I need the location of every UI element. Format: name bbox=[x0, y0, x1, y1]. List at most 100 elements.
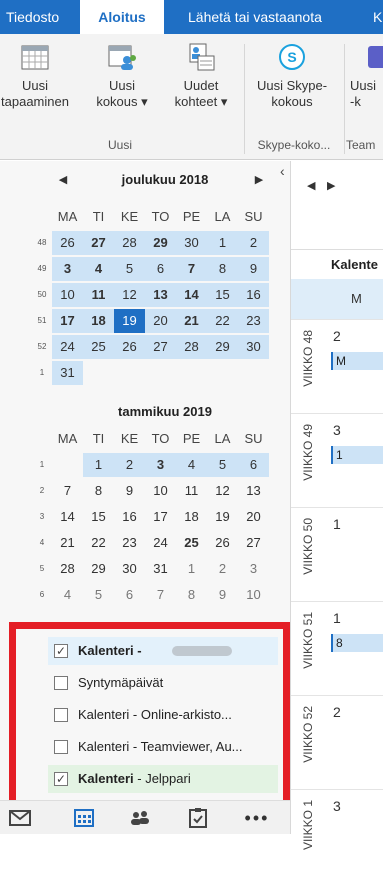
day-cell[interactable]: 10 bbox=[52, 283, 83, 307]
day-cell[interactable]: 30 bbox=[238, 335, 269, 359]
day-cell[interactable]: 5 bbox=[83, 583, 114, 607]
event-item[interactable]: 1 bbox=[331, 446, 383, 464]
day-cell[interactable]: 1 bbox=[207, 231, 238, 255]
day-cell[interactable]: 29 bbox=[145, 231, 176, 255]
day-cell[interactable]: 23 bbox=[238, 309, 269, 333]
next-period-button[interactable]: ▶ bbox=[327, 179, 335, 192]
mail-icon[interactable] bbox=[6, 805, 34, 831]
day-cell[interactable]: 1 bbox=[176, 557, 207, 581]
new-meeting-button[interactable]: Uusi kokous ▾ bbox=[88, 42, 156, 110]
day-cell[interactable]: 25 bbox=[176, 531, 207, 555]
checkbox-checked[interactable]: ✓ bbox=[54, 644, 68, 658]
day-cell[interactable]: 2 bbox=[238, 231, 269, 255]
event-item[interactable]: 8 bbox=[331, 634, 383, 652]
day-cell[interactable]: 7 bbox=[52, 479, 83, 503]
day-cell[interactable]: 13 bbox=[145, 283, 176, 307]
day-cell[interactable]: 8 bbox=[207, 257, 238, 281]
calendar-list-item[interactable]: Kalenteri - Teamviewer, Au... bbox=[48, 733, 278, 761]
day-cell[interactable]: 18 bbox=[176, 505, 207, 529]
day-cell[interactable]: 9 bbox=[114, 479, 145, 503]
tab-aloitus[interactable]: Aloitus bbox=[80, 0, 164, 34]
people-icon[interactable] bbox=[126, 805, 154, 831]
day-cell[interactable]: 13 bbox=[238, 479, 269, 503]
day-cell[interactable]: 27 bbox=[145, 335, 176, 359]
day-cell[interactable]: 5 bbox=[114, 257, 145, 281]
checkbox-unchecked[interactable] bbox=[54, 740, 68, 754]
day-cell[interactable]: 8 bbox=[176, 583, 207, 607]
day-cell[interactable]: 31 bbox=[145, 557, 176, 581]
day-cell[interactable]: 6 bbox=[238, 453, 269, 477]
day-cell[interactable]: 14 bbox=[176, 283, 207, 307]
day-cell[interactable]: 1 bbox=[83, 453, 114, 477]
new-appointment-button[interactable]: Uusi tapaaminen bbox=[0, 42, 70, 110]
day-cell[interactable]: 27 bbox=[238, 531, 269, 555]
day-cell[interactable]: 3 bbox=[52, 257, 83, 281]
day-cell[interactable]: 27 bbox=[83, 231, 114, 255]
day-cell[interactable]: 2 bbox=[207, 557, 238, 581]
day-cell[interactable]: 17 bbox=[145, 505, 176, 529]
day-cell[interactable]: 15 bbox=[207, 283, 238, 307]
week-row[interactable]: VIIKKO 52 2 bbox=[291, 695, 383, 789]
prev-month-button[interactable]: ◀ bbox=[56, 167, 70, 193]
day-cell[interactable]: 11 bbox=[176, 479, 207, 503]
tab-k[interactable]: K bbox=[373, 0, 383, 34]
checkbox-checked[interactable]: ✓ bbox=[54, 772, 68, 786]
new-items-button[interactable]: Uudet kohteet ▾ bbox=[164, 42, 238, 110]
day-cell[interactable]: 3 bbox=[145, 453, 176, 477]
day-cell[interactable]: 25 bbox=[83, 335, 114, 359]
calendar-list-item[interactable]: ✓ Kalenteri - Jelppari bbox=[48, 765, 278, 793]
day-cell[interactable]: 20 bbox=[145, 309, 176, 333]
day-cell[interactable]: 16 bbox=[114, 505, 145, 529]
day-cell[interactable]: 30 bbox=[176, 231, 207, 255]
day-cell[interactable]: 31 bbox=[52, 361, 83, 385]
day-cell[interactable]: 20 bbox=[238, 505, 269, 529]
calendar-icon[interactable] bbox=[70, 805, 98, 831]
event-item[interactable]: M bbox=[331, 352, 383, 370]
next-month-button[interactable]: ▶ bbox=[252, 167, 266, 193]
tab-tiedosto[interactable]: Tiedosto bbox=[0, 0, 66, 34]
day-cell[interactable]: 21 bbox=[52, 531, 83, 555]
day-cell[interactable]: 9 bbox=[207, 583, 238, 607]
day-cell[interactable]: 4 bbox=[52, 583, 83, 607]
prev-period-button[interactable]: ◀ bbox=[307, 179, 315, 192]
day-cell[interactable]: 8 bbox=[83, 479, 114, 503]
day-cell[interactable]: 18 bbox=[83, 309, 114, 333]
day-cell[interactable]: 28 bbox=[176, 335, 207, 359]
week-row[interactable]: VIIKKO 48 2 M bbox=[291, 319, 383, 413]
tab-laheta-vastaanota[interactable]: Lähetä tai vastaanota bbox=[188, 0, 358, 34]
day-cell[interactable]: 4 bbox=[176, 453, 207, 477]
day-cell[interactable]: 26 bbox=[114, 335, 145, 359]
day-cell[interactable]: 17 bbox=[52, 309, 83, 333]
week-row[interactable]: VIIKKO 1 3 bbox=[291, 789, 383, 883]
day-cell[interactable]: 12 bbox=[114, 283, 145, 307]
day-cell[interactable]: 5 bbox=[207, 453, 238, 477]
day-cell[interactable]: 21 bbox=[176, 309, 207, 333]
day-cell[interactable]: 23 bbox=[114, 531, 145, 555]
more-icon[interactable]: ••• bbox=[240, 805, 274, 831]
day-cell[interactable]: 14 bbox=[52, 505, 83, 529]
day-cell[interactable]: 6 bbox=[114, 583, 145, 607]
new-teams-meeting-button[interactable]: Uusi -k bbox=[350, 42, 383, 110]
day-cell[interactable]: 28 bbox=[52, 557, 83, 581]
day-cell[interactable]: 22 bbox=[83, 531, 114, 555]
day-cell[interactable]: 19 bbox=[114, 309, 145, 333]
day-cell[interactable]: 24 bbox=[52, 335, 83, 359]
week-row[interactable]: VIIKKO 51 1 8 bbox=[291, 601, 383, 695]
calendar-list-item[interactable]: ✓ Kalenteri - bbox=[48, 637, 278, 665]
day-cell[interactable]: 28 bbox=[114, 231, 145, 255]
week-row[interactable]: VIIKKO 49 3 1 bbox=[291, 413, 383, 507]
day-cell[interactable]: 29 bbox=[83, 557, 114, 581]
tasks-icon[interactable] bbox=[184, 805, 212, 831]
day-cell[interactable]: 29 bbox=[207, 335, 238, 359]
day-cell[interactable]: 2 bbox=[114, 453, 145, 477]
day-cell[interactable]: 24 bbox=[145, 531, 176, 555]
day-cell[interactable]: 10 bbox=[145, 479, 176, 503]
day-cell[interactable]: 3 bbox=[238, 557, 269, 581]
collapse-pane-button[interactable]: ‹ bbox=[280, 163, 290, 179]
day-cell[interactable]: 9 bbox=[238, 257, 269, 281]
day-cell[interactable]: 26 bbox=[52, 231, 83, 255]
day-cell[interactable]: 7 bbox=[176, 257, 207, 281]
day-cell[interactable]: 19 bbox=[207, 505, 238, 529]
day-cell[interactable]: 7 bbox=[145, 583, 176, 607]
day-cell[interactable]: 10 bbox=[238, 583, 269, 607]
